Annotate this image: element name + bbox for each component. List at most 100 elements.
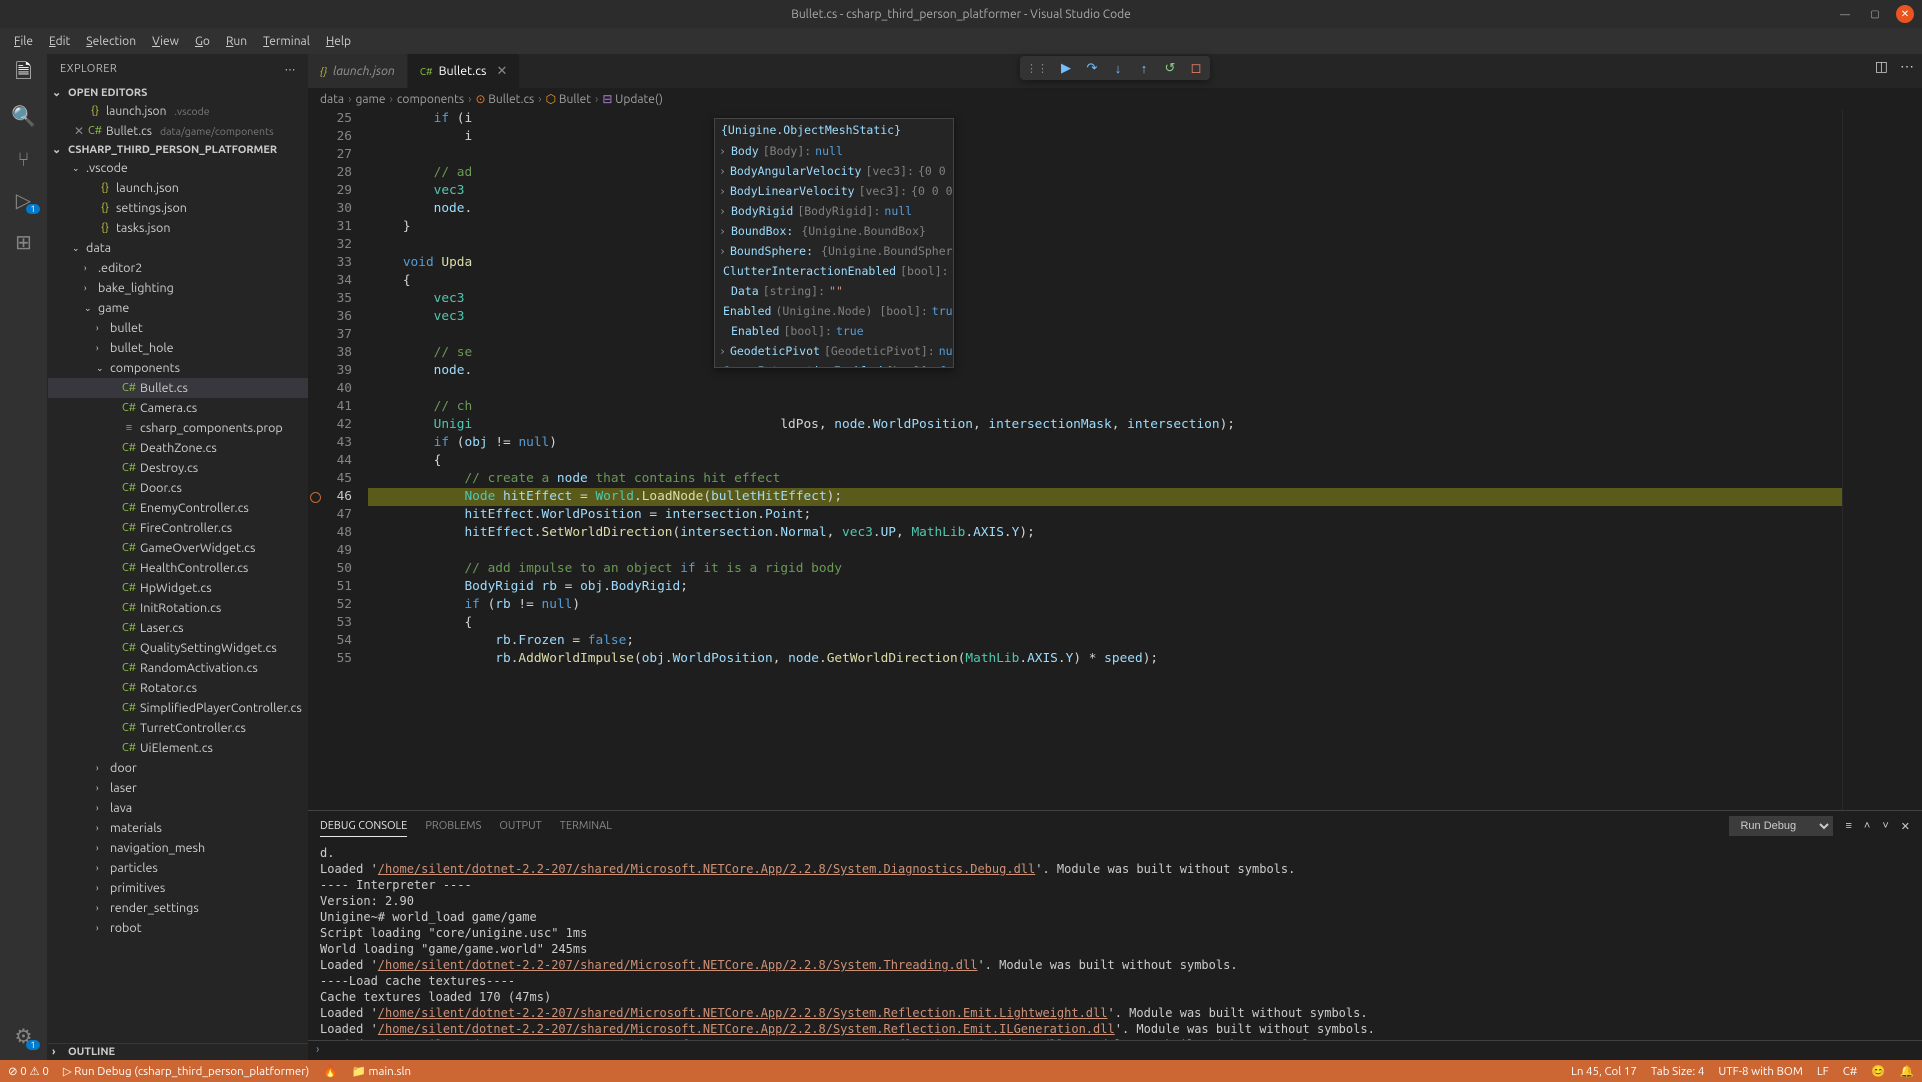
- extensions-icon[interactable]: ⊞: [12, 230, 36, 254]
- breadcrumbs[interactable]: data›game›components›⊙ Bullet.cs›⬡ Bulle…: [308, 88, 1922, 110]
- debug-toolbar[interactable]: ⋮⋮ ▶ ↷ ↓ ↑ ↺ ◻: [1020, 56, 1210, 80]
- maximize-panel-icon[interactable]: ˅: [1882, 820, 1888, 832]
- file-item[interactable]: C#UiElement.cs: [48, 738, 308, 758]
- debug-config-select[interactable]: Run Debug: [1729, 816, 1833, 836]
- close-panel-icon[interactable]: ✕: [1901, 820, 1910, 833]
- filter-icon[interactable]: ≡: [1845, 820, 1851, 832]
- folder-item[interactable]: ›primitives: [48, 878, 308, 898]
- debug-property-row[interactable]: Enabled [bool]: true: [715, 321, 953, 341]
- close-tab-icon[interactable]: ✕: [496, 64, 507, 79]
- file-item[interactable]: C#Bullet.cs: [48, 378, 308, 398]
- project-header[interactable]: ⌄CSHARP_THIRD_PERSON_PLATFORMER: [48, 141, 308, 158]
- panel-tab-problems[interactable]: PROBLEMS: [425, 816, 481, 836]
- breadcrumb-item[interactable]: game: [355, 93, 385, 106]
- file-item[interactable]: C#HealthController.cs: [48, 558, 308, 578]
- drag-grip-icon[interactable]: ⋮⋮: [1026, 62, 1048, 75]
- file-item[interactable]: C#TurretController.cs: [48, 718, 308, 738]
- panel-tab-debug-console[interactable]: DEBUG CONSOLE: [320, 816, 407, 837]
- debug-property-row[interactable]: ›BodyAngularVelocity [vec3]: {0 0 0}: [715, 161, 953, 181]
- debug-property-row[interactable]: ›Body [Body]: null: [715, 141, 953, 161]
- restart-button[interactable]: ↺: [1162, 60, 1178, 76]
- file-item[interactable]: C#FireController.cs: [48, 518, 308, 538]
- debug-hover-tooltip[interactable]: {Unigine.ObjectMeshStatic}›Body [Body]: …: [714, 118, 954, 368]
- panel-tab-output[interactable]: OUTPUT: [499, 816, 541, 836]
- console-input[interactable]: ›: [308, 1040, 1922, 1060]
- file-item[interactable]: C#GameOverWidget.cs: [48, 538, 308, 558]
- menu-terminal[interactable]: Terminal: [257, 33, 316, 50]
- minimize-button[interactable]: —: [1836, 5, 1854, 23]
- folder-item[interactable]: ⌄components: [48, 358, 308, 378]
- file-item[interactable]: C#QualitySettingWidget.cs: [48, 638, 308, 658]
- debug-property-row[interactable]: Enabled (Unigine.Node) [bool]: true: [715, 301, 953, 321]
- stop-button[interactable]: ◻: [1188, 60, 1204, 76]
- file-item[interactable]: C#Rotator.cs: [48, 678, 308, 698]
- debug-property-row[interactable]: Data [string]: "": [715, 281, 953, 301]
- line-gutter[interactable]: 2526272829303132333435363738394041424344…: [308, 110, 368, 810]
- code-editor[interactable]: if (i i l(); // ad vec3 IS.Y); node. * 0…: [368, 110, 1842, 810]
- breadcrumb-item[interactable]: ⊙ Bullet.cs: [475, 92, 534, 106]
- breadcrumb-item[interactable]: data: [320, 93, 344, 106]
- file-item[interactable]: {}settings.json: [48, 198, 308, 218]
- search-icon[interactable]: 🔍: [12, 104, 36, 128]
- status-item[interactable]: 😊: [1871, 1064, 1885, 1078]
- folder-item[interactable]: ›navigation_mesh: [48, 838, 308, 858]
- debug-property-row[interactable]: GrassInteractionEnabled [bool]: false: [715, 361, 953, 368]
- folder-item[interactable]: ›.editor2: [48, 258, 308, 278]
- folder-item[interactable]: ›bullet: [48, 318, 308, 338]
- step-over-button[interactable]: ↷: [1084, 60, 1100, 76]
- file-item[interactable]: C#Door.cs: [48, 478, 308, 498]
- status-item[interactable]: 📁 main.sln: [352, 1064, 412, 1078]
- status-item[interactable]: LF: [1817, 1065, 1829, 1078]
- file-item[interactable]: C#DeathZone.cs: [48, 438, 308, 458]
- status-item[interactable]: Ln 45, Col 17: [1571, 1065, 1637, 1078]
- folder-item[interactable]: ›render_settings: [48, 898, 308, 918]
- split-editor-icon[interactable]: ◫: [1875, 58, 1888, 75]
- collapse-icon[interactable]: ˄: [1864, 820, 1870, 832]
- file-item[interactable]: C#Destroy.cs: [48, 458, 308, 478]
- status-item[interactable]: 🔥: [323, 1064, 337, 1078]
- breadcrumb-item[interactable]: ⬡ Bullet: [546, 92, 591, 106]
- menu-go[interactable]: Go: [189, 33, 216, 50]
- file-item[interactable]: ≡csharp_components.prop: [48, 418, 308, 438]
- folder-item[interactable]: ⌄game: [48, 298, 308, 318]
- folder-item[interactable]: ⌄data: [48, 238, 308, 258]
- minimap[interactable]: [1842, 110, 1922, 810]
- file-item[interactable]: C#Camera.cs: [48, 398, 308, 418]
- outline-header[interactable]: ›OUTLINE: [48, 1043, 308, 1060]
- folder-item[interactable]: ›laser: [48, 778, 308, 798]
- explorer-icon[interactable]: 🗎: [12, 62, 36, 86]
- close-button[interactable]: ✕: [1896, 5, 1914, 23]
- status-item[interactable]: 🔔: [1900, 1064, 1914, 1078]
- menu-help[interactable]: Help: [320, 33, 357, 50]
- folder-item[interactable]: ›particles: [48, 858, 308, 878]
- debug-property-row[interactable]: ›BoundBox: {Unigine.BoundBox}: [715, 221, 953, 241]
- folder-item[interactable]: ⌄.vscode: [48, 158, 308, 178]
- debug-console[interactable]: d.Loaded '/home/silent/dotnet-2.2-207/sh…: [308, 841, 1922, 1040]
- panel-tab-terminal[interactable]: TERMINAL: [560, 816, 612, 836]
- step-out-button[interactable]: ↑: [1136, 60, 1152, 76]
- open-editors-header[interactable]: ⌄OPEN EDITORS: [48, 84, 308, 101]
- editor-tab[interactable]: {}launch.json: [308, 54, 408, 88]
- file-item[interactable]: C#RandomActivation.cs: [48, 658, 308, 678]
- open-editor-item[interactable]: ✕C#Bullet.csdata/game/components: [48, 121, 308, 141]
- source-control-icon[interactable]: ⑂: [12, 146, 36, 170]
- debug-property-row[interactable]: ›BoundSphere: {Unigine.BoundSphere}: [715, 241, 953, 261]
- status-item[interactable]: UTF-8 with BOM: [1718, 1065, 1802, 1078]
- status-item[interactable]: ▷ Run Debug (csharp_third_person_platfor…: [63, 1064, 309, 1078]
- file-item[interactable]: {}tasks.json: [48, 218, 308, 238]
- status-item[interactable]: Tab Size: 4: [1651, 1065, 1705, 1078]
- folder-item[interactable]: ›bake_lighting: [48, 278, 308, 298]
- continue-button[interactable]: ▶: [1058, 60, 1074, 76]
- more-actions-icon[interactable]: ⋯: [1900, 58, 1914, 75]
- file-item[interactable]: C#SimplifiedPlayerController.cs: [48, 698, 308, 718]
- breadcrumb-item[interactable]: ⊟ Update(): [602, 92, 663, 106]
- maximize-button[interactable]: ▢: [1866, 5, 1884, 23]
- debug-property-row[interactable]: ›BodyLinearVelocity [vec3]: {0 0 0}: [715, 181, 953, 201]
- status-item[interactable]: ⊘ 0 ⚠ 0: [8, 1064, 49, 1078]
- file-item[interactable]: C#InitRotation.cs: [48, 598, 308, 618]
- breadcrumb-item[interactable]: components: [397, 93, 464, 106]
- folder-item[interactable]: ›robot: [48, 918, 308, 938]
- folder-item[interactable]: ›materials: [48, 818, 308, 838]
- debug-property-row[interactable]: ›BodyRigid [BodyRigid]: null: [715, 201, 953, 221]
- menu-edit[interactable]: Edit: [43, 33, 76, 50]
